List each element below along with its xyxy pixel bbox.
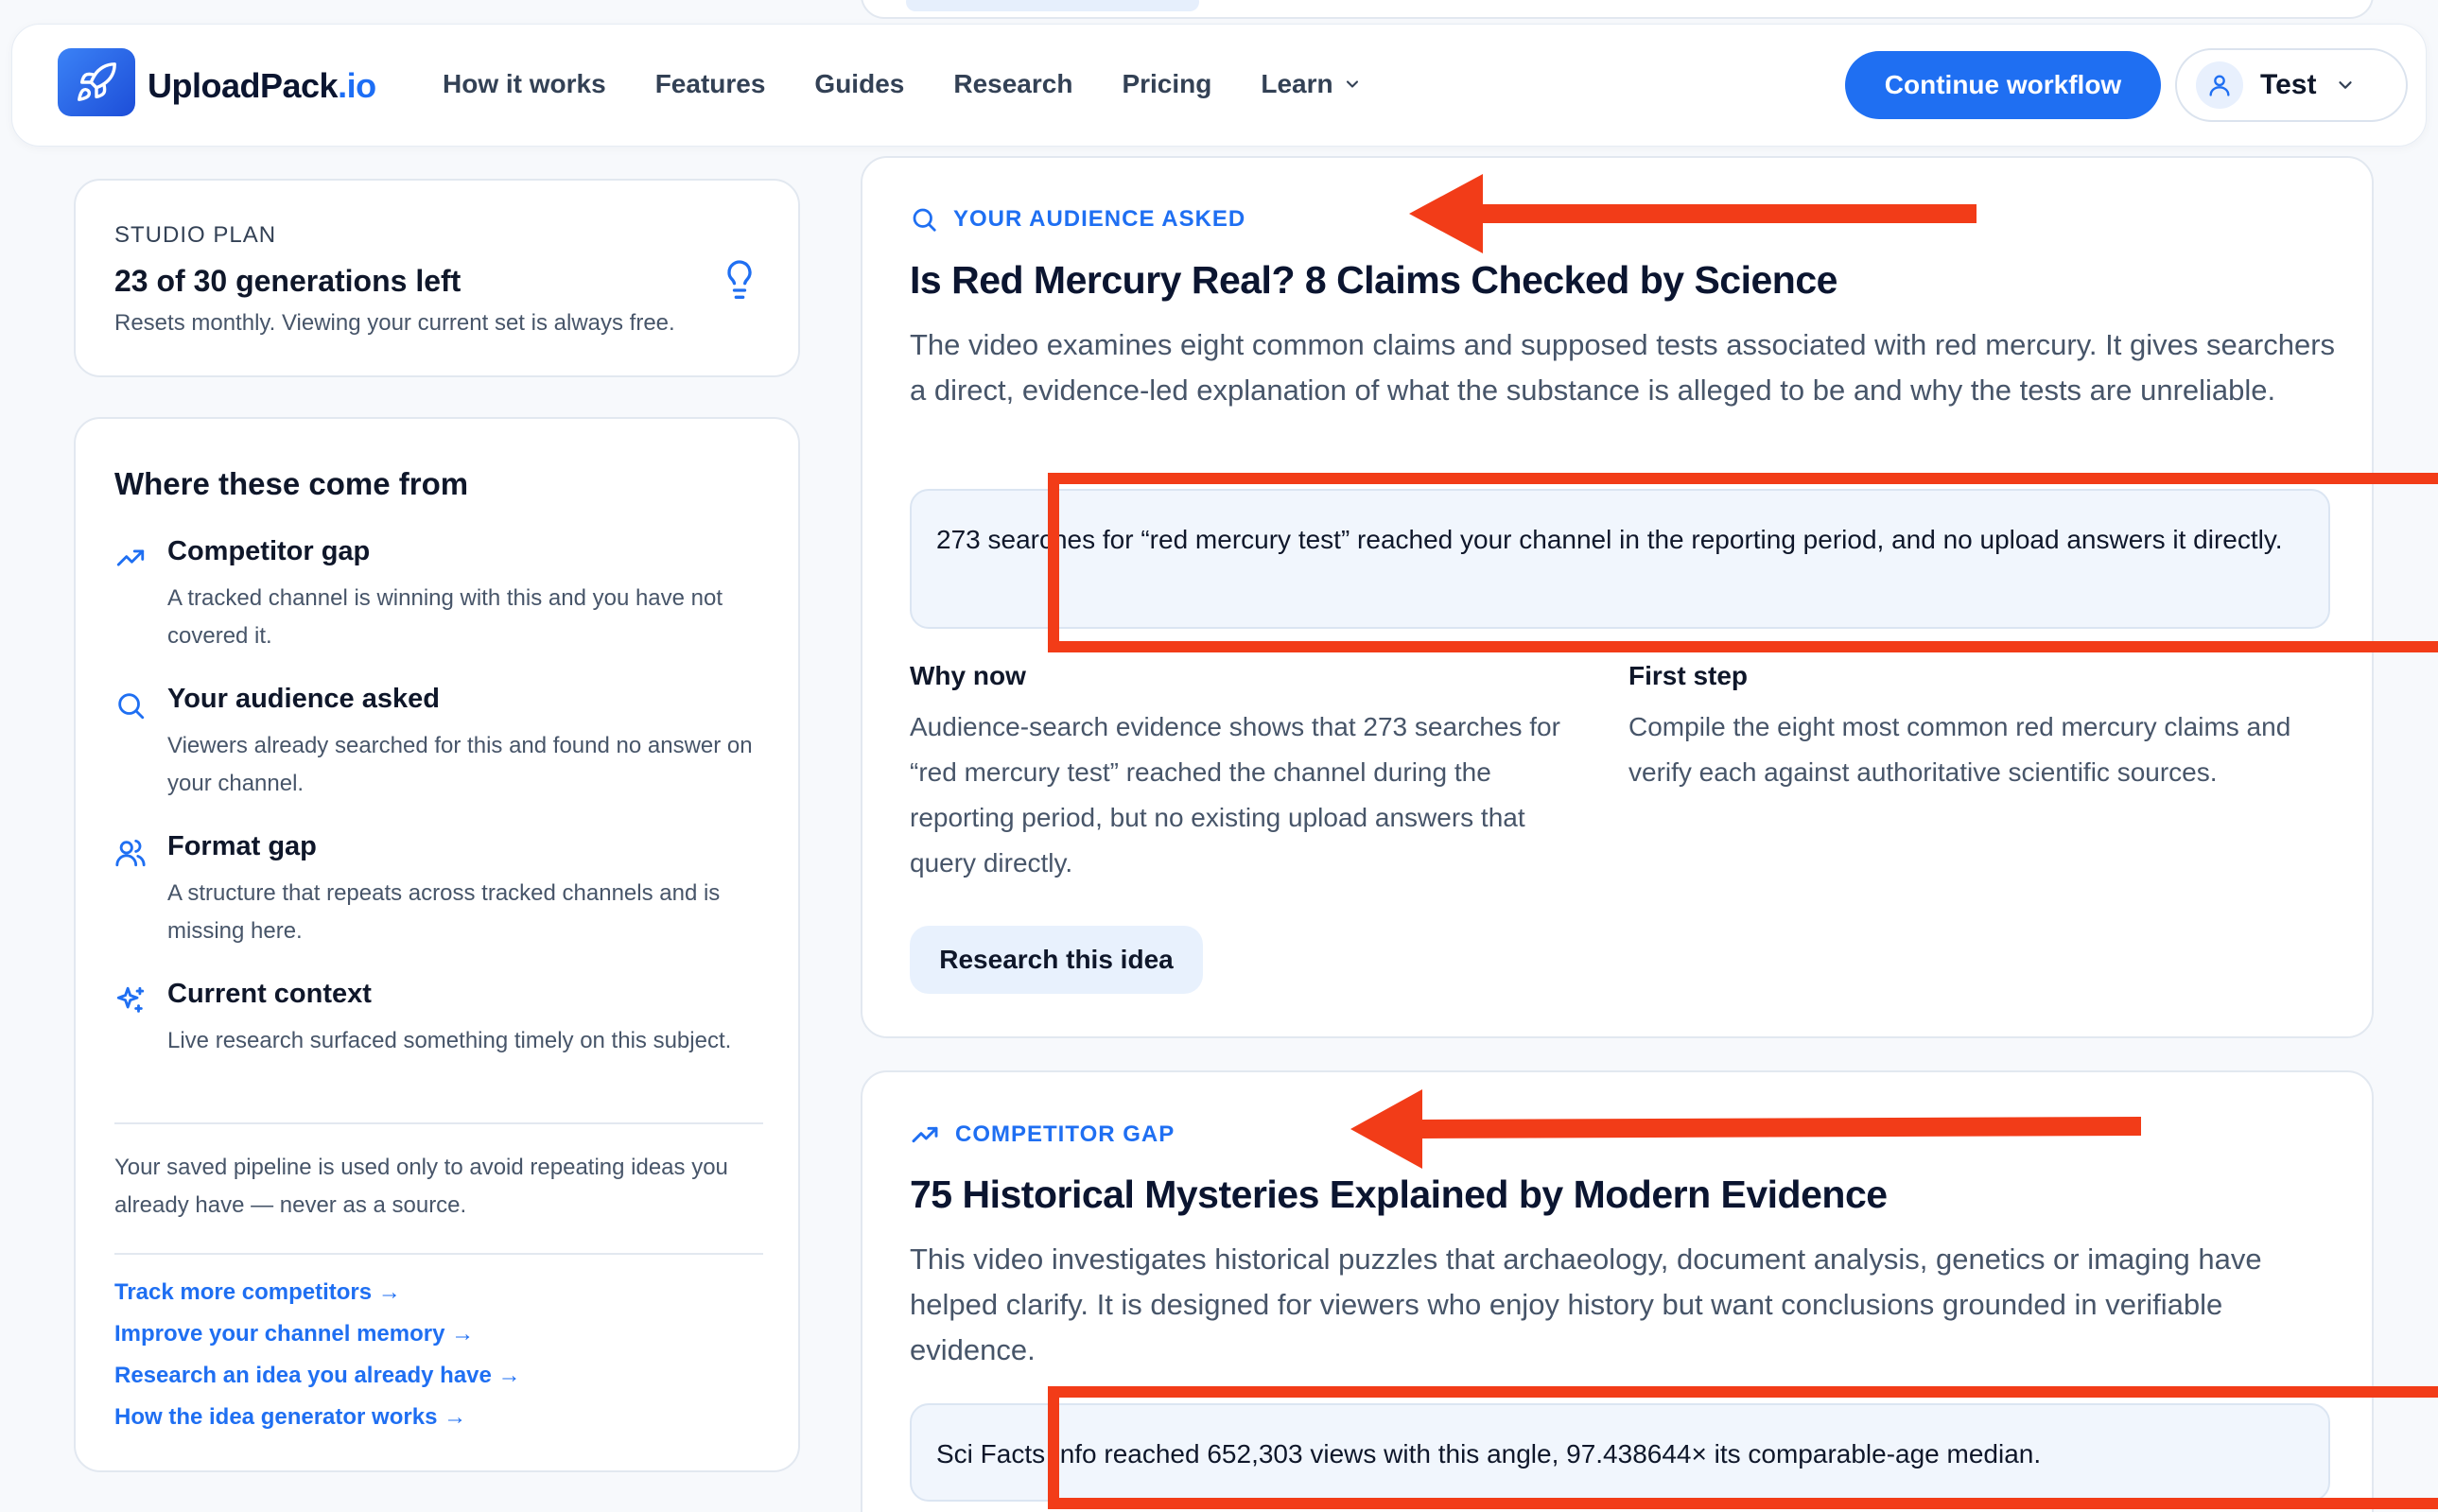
sparkles-icon [116,986,145,1013]
lightbulb-icon [727,260,752,299]
research-existing-idea-link[interactable]: Research an idea you already have → [114,1363,521,1389]
chevron-down-icon [2339,81,2353,89]
channel-memory-link[interactable]: Improve your channel memory → [114,1321,474,1347]
idea-tag-label: YOUR AUDIENCE ASKED [953,206,1246,232]
nav-pricing[interactable]: Pricing [1122,69,1211,99]
plan-label: STUDIO PLAN [114,222,277,248]
source-name: Current context [167,979,372,1009]
avatar [2196,61,2243,109]
annotation-highlight-box [1048,1386,2438,1509]
saved-pipeline-note: Your saved pipeline is used only to avoi… [114,1155,728,1218]
idea-title: Is Red Mercury Real? 8 Claims Checked by… [910,258,1837,302]
nav-learn-label: Learn [1261,69,1333,98]
brand-tld: .io [338,66,376,105]
idea-description: The video examines eight common claims a… [910,328,2336,407]
idea-source-tag: YOUR AUDIENCE ASKED [910,205,1245,234]
why-now-title: Why now [910,661,1026,690]
source-desc: A tracked channel is winning with this a… [167,585,723,649]
divider [114,1253,763,1255]
top-nav-bar: UploadPack.io How it works Features Guid… [11,24,2427,147]
trending-up-icon [116,549,145,566]
first-step-title: First step [1628,661,1749,690]
source-desc: Viewers already searched for this and fo… [167,733,753,796]
plan-note: Resets monthly. Viewing your current set… [114,310,675,336]
annotation-arrow-icon [1409,174,1977,253]
nav-guides[interactable]: Guides [814,69,904,99]
nav-how-it-works[interactable]: How it works [443,69,606,99]
annotation-highlight-box [1048,473,2438,652]
track-competitors-link[interactable]: Track more competitors → [114,1279,401,1306]
previous-card-button[interactable] [906,0,1199,11]
users-icon [115,839,146,867]
generations-left: 23 of 30 generations left [114,264,461,298]
first-step-text: Compile the eight most common red mercur… [1628,712,2291,787]
trending-up-icon [912,1126,938,1143]
user-menu-button[interactable]: Test [2175,48,2408,122]
idea-tag-label: COMPETITOR GAP [955,1121,1175,1147]
previous-idea-card [861,0,2374,19]
research-idea-button[interactable]: Research this idea [910,926,1203,994]
nav-research[interactable]: Research [953,69,1072,99]
why-now-text: Audience-search evidence shows that 273 … [910,712,1560,878]
how-generator-works-link[interactable]: How the idea generator works → [114,1404,466,1431]
brand-wordmark[interactable]: UploadPack.io [148,66,376,106]
search-icon [118,693,145,720]
source-name: Your audience asked [167,684,440,714]
brand-main: UploadPack [148,66,339,105]
sources-card: Where these come from Competitor gap A t… [74,417,800,1472]
annotation-arrow-icon [1350,1089,2141,1169]
plan-card: STUDIO PLAN 23 of 30 generations left Re… [74,179,800,377]
source-desc: A structure that repeats across tracked … [167,880,721,944]
source-name: Format gap [167,831,317,861]
chevron-down-icon [1346,80,1358,88]
idea-title: 75 Historical Mysteries Explained by Mod… [910,1173,1888,1216]
sources-title: Where these come from [114,466,469,501]
idea-source-tag: COMPETITOR GAP [910,1120,1175,1150]
user-icon [2209,75,2230,96]
source-name: Competitor gap [167,536,371,566]
rocket-logo-icon[interactable] [58,48,135,116]
nav-learn-dropdown[interactable]: Learn [1261,69,1361,99]
search-icon [913,208,936,232]
source-desc: Live research surfaced something timely … [167,1028,732,1053]
divider [114,1122,763,1124]
continue-workflow-button[interactable]: Continue workflow [1845,51,2161,119]
main-nav: How it works Features Guides Research Pr… [443,69,1411,99]
idea-description: This video investigates historical puzzl… [910,1243,2262,1366]
user-name: Test [2260,69,2317,100]
nav-features[interactable]: Features [655,69,766,99]
